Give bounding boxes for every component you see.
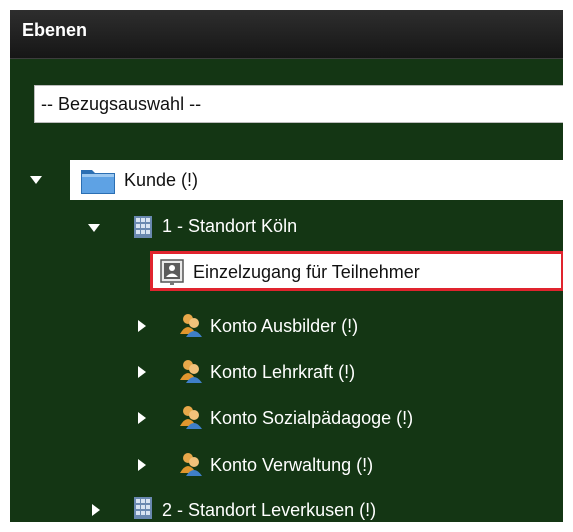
expand-arrow-icon[interactable] — [92, 504, 100, 516]
tree-item-label: Konto Lehrkraft (!) — [210, 362, 356, 382]
panel-header: Ebenen — [10, 10, 563, 59]
users-icon — [180, 406, 202, 429]
users-icon — [180, 360, 202, 383]
reference-select-value: -- Bezugsauswahl -- — [41, 94, 202, 114]
users-icon — [180, 314, 202, 337]
tree-item-label: 1 - Standort Köln — [162, 216, 298, 236]
expand-arrow-icon[interactable] — [138, 412, 146, 424]
folder-icon — [81, 170, 115, 194]
reference-select[interactable]: -- Bezugsauswahl -- — [34, 85, 563, 123]
tree-item-label: 2 - Standort Leverkusen (!) — [162, 500, 377, 520]
expand-arrow-icon[interactable] — [138, 366, 146, 378]
tree-item-label: Konto Verwaltung (!) — [210, 455, 374, 475]
tree-item-label: Konto Sozialpädagoge (!) — [210, 408, 414, 428]
building-icon — [134, 497, 152, 519]
tree-item-label: Einzelzugang für Teilnehmer — [193, 262, 420, 282]
expand-arrow-icon[interactable] — [88, 224, 100, 232]
user-card-icon — [160, 259, 184, 285]
tree-item-label: Konto Ausbilder (!) — [210, 316, 359, 336]
layers-panel: Ebenen -- Bezugsauswahl -- Kunde (!) 1 -… — [10, 10, 563, 522]
expand-arrow-icon[interactable] — [138, 459, 146, 471]
building-icon — [134, 216, 152, 238]
tree-item-label: Kunde (!) — [124, 170, 199, 190]
expand-arrow-icon[interactable] — [30, 176, 42, 184]
tree-item-einzelzugang[interactable]: Einzelzugang für Teilnehmer — [150, 251, 563, 291]
panel-title: Ebenen — [22, 20, 88, 40]
expand-arrow-icon[interactable] — [138, 320, 146, 332]
users-icon — [180, 453, 202, 476]
